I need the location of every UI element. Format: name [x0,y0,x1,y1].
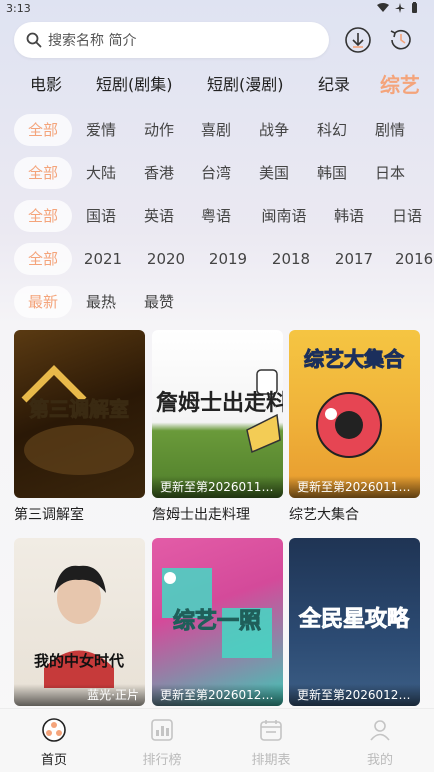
poster-art: 詹姆士出走料理 [156,369,283,454]
filter-year-item[interactable]: 2020 [145,243,187,275]
bottom-nav: 首页 排行榜 排期表 我的 [0,708,434,772]
filter-row-year: 全部 2021 2020 2019 2018 2017 2016 [0,243,434,275]
filter-language-item[interactable]: 英语 [140,200,178,232]
user-icon [370,720,390,741]
ranking-icon [151,719,173,741]
filter-year-item[interactable]: 2018 [270,243,312,275]
episode-caption: 更新至第2026011… [289,476,420,498]
tab-short-drama-comic[interactable]: 短剧(漫剧) [207,71,284,95]
episode-caption: 更新至第2026012… [289,684,420,706]
filter-region-all[interactable]: 全部 [14,157,72,189]
status-bar: 3:13 [0,0,434,18]
search-placeholder: 搜索名称 简介 [48,33,137,49]
nav-home[interactable]: 首页 [14,717,94,768]
video-card[interactable]: 全民星攻略 更新至第2026012… [289,538,420,706]
filter-genre-item[interactable]: 喜剧 [197,114,235,146]
filter-genre-item[interactable]: 动作 [140,114,178,146]
filter-language-item[interactable]: 国语 [82,200,120,232]
home-icon [42,718,66,742]
filter-genre-item[interactable]: 爱情 [82,114,120,146]
filter-region-item[interactable]: 大陆 [82,157,120,189]
poster-image: 我的中女时代 蓝光·正片 [14,538,145,706]
quality-caption: 蓝光·正片 [14,684,145,706]
filter-row-genre: 全部 爱情 动作 喜剧 战争 科幻 剧情 [0,114,434,146]
nav-mine[interactable]: 我的 [340,717,420,768]
category-tabs: 电影 短剧(剧集) 短剧(漫剧) 纪录 综艺 [0,66,434,100]
episode-caption: 更新至第2026011… [152,476,283,498]
poster-title-art: 综艺大集合 [304,347,405,371]
filter-language-item[interactable]: 日语 [388,200,426,232]
poster-image: 全民星攻略 更新至第2026012… [289,538,420,706]
poster-title-art: 全民星攻略 [298,606,410,632]
calendar-icon [260,720,282,741]
sort-latest[interactable]: 最新 [14,286,72,318]
poster-title-art: 詹姆士出走料理 [156,390,283,416]
nav-ranking[interactable]: 排行榜 [122,717,202,768]
nav-label: 排行榜 [142,753,182,768]
filter-genre-item[interactable]: 战争 [255,114,293,146]
poster-image: 詹姆士出走料理 更新至第2026011… [152,330,283,498]
filter-row-language: 全部 国语 英语 粤语 闽南语 韩语 日语 [0,200,434,232]
battery-icon [412,2,417,13]
filter-year-item[interactable]: 2019 [207,243,249,275]
filter-language-item[interactable]: 闽南语 [256,200,312,232]
poster-art: 综艺一照 [162,568,272,658]
poster-art: 我的中女时代 [34,565,124,688]
sort-hottest[interactable]: 最热 [82,286,120,318]
download-icon[interactable] [344,26,372,54]
poster-image: 综艺大集合 更新至第2026011… [289,330,420,498]
status-time: 3:13 [6,2,31,15]
poster-art: 全民星攻略 [298,606,411,633]
nav-label: 首页 [40,753,67,768]
sort-most-liked[interactable]: 最赞 [140,286,178,318]
episode-caption: 更新至第2026012… [152,684,283,706]
airplane-icon [395,2,405,13]
filter-language-item[interactable]: 韩语 [330,200,368,232]
video-card[interactable]: 我的中女时代 蓝光·正片 [14,538,145,706]
filter-year-item[interactable]: 2021 [82,243,124,275]
filter-language-all[interactable]: 全部 [14,200,72,232]
nav-schedule[interactable]: 排期表 [231,717,311,768]
card-title: 詹姆士出走料理 [152,507,250,523]
card-title: 第三调解室 [14,507,84,523]
tab-variety[interactable]: 综艺 [380,69,420,98]
poster-title-art: 第三调解室 [29,397,129,421]
filter-region-item[interactable]: 香港 [140,157,178,189]
filter-language-item[interactable]: 粤语 [197,200,235,232]
poster-image: 第三调解室 [14,330,145,498]
status-icons [377,2,418,13]
poster-art: 综艺大集合 [304,347,405,458]
history-icon[interactable] [387,26,415,54]
tab-short-drama-series[interactable]: 短剧(剧集) [96,71,173,95]
filter-year-item[interactable]: 2017 [333,243,375,275]
video-card[interactable]: 综艺大集合 更新至第2026011… 综艺大集合 [289,330,420,524]
filter-row-sort: 最新 最热 最赞 [0,286,434,318]
filter-genre-item[interactable]: 剧情 [371,114,409,146]
search-icon [26,32,42,48]
filter-region-item[interactable]: 日本 [371,157,409,189]
filter-region-item[interactable]: 台湾 [197,157,235,189]
filter-year-item[interactable]: 2016 [395,243,434,275]
poster-image: 综艺一照 更新至第2026012… [152,538,283,706]
poster-title-art: 综艺一照 [173,608,261,634]
filter-year-all[interactable]: 全部 [14,243,72,275]
filter-row-region: 全部 大陆 香港 台湾 美国 韩国 日本 [0,157,434,189]
search-input[interactable]: 搜索名称 简介 [14,22,329,58]
video-card[interactable]: 综艺一照 更新至第2026012… [152,538,283,706]
poster-title-art: 我的中女时代 [34,652,124,670]
tab-documentary[interactable]: 纪录 [318,71,350,95]
video-card[interactable]: 第三调解室 第三调解室 [14,330,145,524]
filter-genre-item[interactable]: 科幻 [313,114,351,146]
filter-region-item[interactable]: 韩国 [313,157,351,189]
nav-label: 我的 [366,753,393,768]
card-title: 综艺大集合 [289,507,359,523]
tab-movie[interactable]: 电影 [30,71,62,95]
poster-art: 第三调解室 [21,365,134,475]
video-card[interactable]: 詹姆士出走料理 更新至第2026011… 詹姆士出走料理 [152,330,283,524]
filter-genre-all[interactable]: 全部 [14,114,72,146]
wifi-icon [377,2,389,12]
nav-label: 排期表 [251,753,291,768]
filter-region-item[interactable]: 美国 [255,157,293,189]
